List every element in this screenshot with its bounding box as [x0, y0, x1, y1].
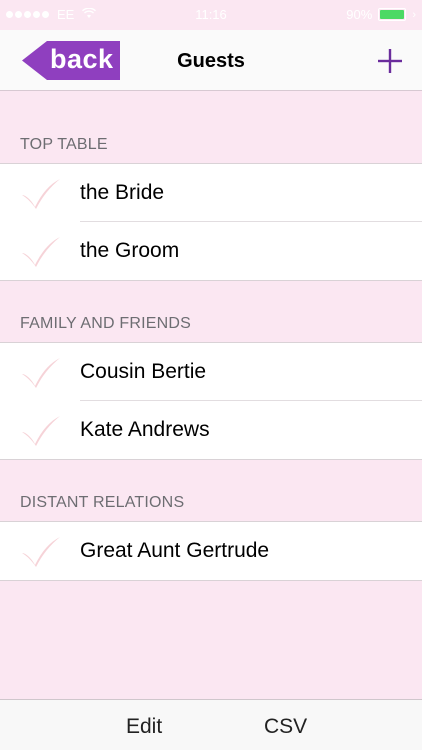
charging-icon: › [412, 8, 416, 21]
guest-group-distant-relations: Great Aunt Gertrude [0, 521, 422, 581]
edit-button[interactable]: Edit [126, 715, 162, 739]
check-icon [22, 416, 60, 446]
guest-row[interactable]: the Groom [0, 222, 422, 280]
check-icon [22, 537, 60, 567]
status-bar: EE 11:16 90% › [0, 0, 422, 30]
csv-export-button[interactable]: CSV [264, 715, 307, 739]
back-button[interactable]: back [22, 41, 120, 80]
guests-screen: EE 11:16 90% › back Guests TOP TABLE the… [0, 0, 422, 750]
section-header-top-table: TOP TABLE [20, 136, 108, 153]
guest-row[interactable]: Kate Andrews [0, 401, 422, 459]
check-icon [22, 179, 60, 209]
back-label: back [50, 44, 114, 74]
add-guest-button[interactable] [376, 47, 404, 75]
section-header-family-and-friends: FAMILY AND FRIENDS [20, 315, 192, 332]
guest-name: the Bride [80, 181, 165, 204]
plus-icon [378, 49, 402, 73]
guest-row[interactable]: Cousin Bertie [0, 343, 422, 401]
guest-name: the Groom [80, 239, 180, 262]
battery-status: 90% › [346, 7, 416, 22]
check-icon [22, 358, 60, 388]
page-title: Guests [177, 50, 245, 72]
guest-group-family-and-friends: Cousin Bertie Kate Andrews [0, 342, 422, 460]
guest-row[interactable]: the Bride [0, 164, 422, 222]
guest-row[interactable]: Great Aunt Gertrude [0, 522, 422, 580]
section-header-distant-relations: DISTANT RELATIONS [20, 494, 185, 511]
guest-group-top-table: the Bride the Groom [0, 163, 422, 281]
battery-percent: 90% [346, 7, 373, 22]
guest-name: Great Aunt Gertrude [80, 539, 270, 562]
guest-name: Kate Andrews [80, 418, 210, 441]
bottom-toolbar: Edit CSV [0, 699, 422, 750]
battery-icon [378, 8, 407, 21]
navigation-bar: back Guests [0, 30, 422, 91]
check-icon [22, 237, 60, 267]
guest-name: Cousin Bertie [80, 360, 207, 383]
